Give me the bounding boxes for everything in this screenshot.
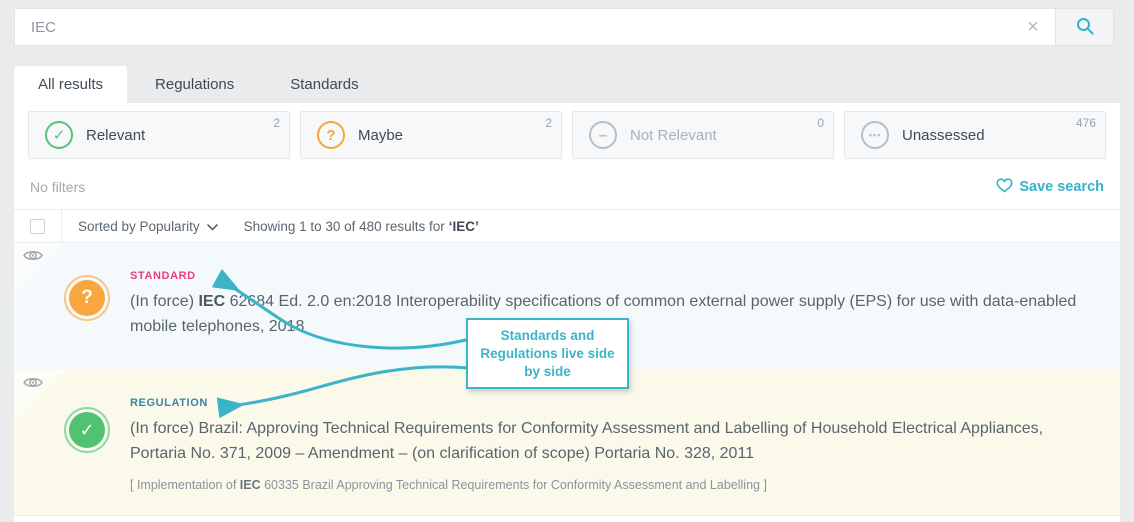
regulation-type-label: REGULATION [130,397,208,409]
save-search-button[interactable]: Save search [996,177,1104,197]
not-relevant-minus-icon: – [589,121,617,149]
select-all-cell [14,210,62,242]
search-input[interactable] [15,9,1011,45]
result-title[interactable]: (In force) Brazil: Approving Technical R… [130,416,1100,466]
question-badge-icon: ? [69,280,105,316]
sort-dropdown[interactable]: Sorted by Popularity [62,210,218,242]
standard-type-label: STANDARD [130,270,196,282]
filter-label: Maybe [358,126,404,144]
check-badge-icon: ✓ [69,412,105,448]
search-bar: × [14,8,1114,46]
assessment-badge-maybe[interactable]: ? [64,275,110,321]
assessment-filter-row: ✓ Relevant 2 ? Maybe 2 – Not Relevant 0 … [14,103,1120,165]
result-row-regulation[interactable]: ✓ REGULATION (In force) Brazil: Approvin… [14,370,1120,515]
save-search-label: Save search [1019,179,1104,195]
sort-row: Sorted by Popularity Showing 1 to 30 of … [14,209,1120,243]
filter-label: Relevant [86,126,146,144]
results-count-text: Showing 1 to 30 of 480 results for ‘IEC’ [243,218,479,234]
next-result-strip [14,515,1120,522]
implementation-reference: [ Implementation of IEC 60335 Brazil App… [130,478,767,492]
select-all-checkbox[interactable] [30,218,45,234]
filter-count: 0 [817,116,824,130]
annotation-callout: Standards and Regulations live side by s… [466,318,629,389]
tab-standards[interactable]: Standards [262,66,386,103]
filter-card-relevant[interactable]: ✓ Relevant 2 [28,111,290,159]
search-icon [1075,16,1095,39]
chevron-down-icon [206,219,218,234]
filter-count: 2 [273,116,280,130]
tab-all-results[interactable]: All results [14,66,128,103]
callout-text: Standards and Regulations live side by s… [480,327,615,379]
unassessed-ellipsis-icon: ••• [861,121,889,149]
assessment-badge-relevant[interactable]: ✓ [64,407,110,453]
tab-regulations[interactable]: Regulations [127,66,262,103]
filter-card-unassessed[interactable]: ••• Unassessed 476 [844,111,1106,159]
results-panel: ✓ Relevant 2 ? Maybe 2 – Not Relevant 0 … [14,103,1120,522]
filter-label: Unassessed [902,126,985,144]
results-tabs: All results Regulations Standards [14,66,387,103]
eye-icon[interactable] [22,248,44,268]
maybe-question-icon: ? [317,121,345,149]
filter-label: Not Relevant [630,126,717,144]
heart-icon [996,177,1013,197]
no-filters-label: No filters [30,179,86,195]
sort-dropdown-label: Sorted by Popularity [78,218,200,234]
filter-card-maybe[interactable]: ? Maybe 2 [300,111,562,159]
search-button[interactable] [1055,9,1113,45]
filter-count: 2 [545,116,552,130]
filter-card-not-relevant[interactable]: – Not Relevant 0 [572,111,834,159]
query-text: ‘IEC’ [448,218,479,234]
relevant-check-icon: ✓ [45,121,73,149]
eye-icon[interactable] [22,375,44,395]
clear-search-icon[interactable]: × [1011,9,1055,45]
filter-count: 476 [1075,116,1096,130]
filter-summary-row: No filters Save search [14,165,1120,209]
